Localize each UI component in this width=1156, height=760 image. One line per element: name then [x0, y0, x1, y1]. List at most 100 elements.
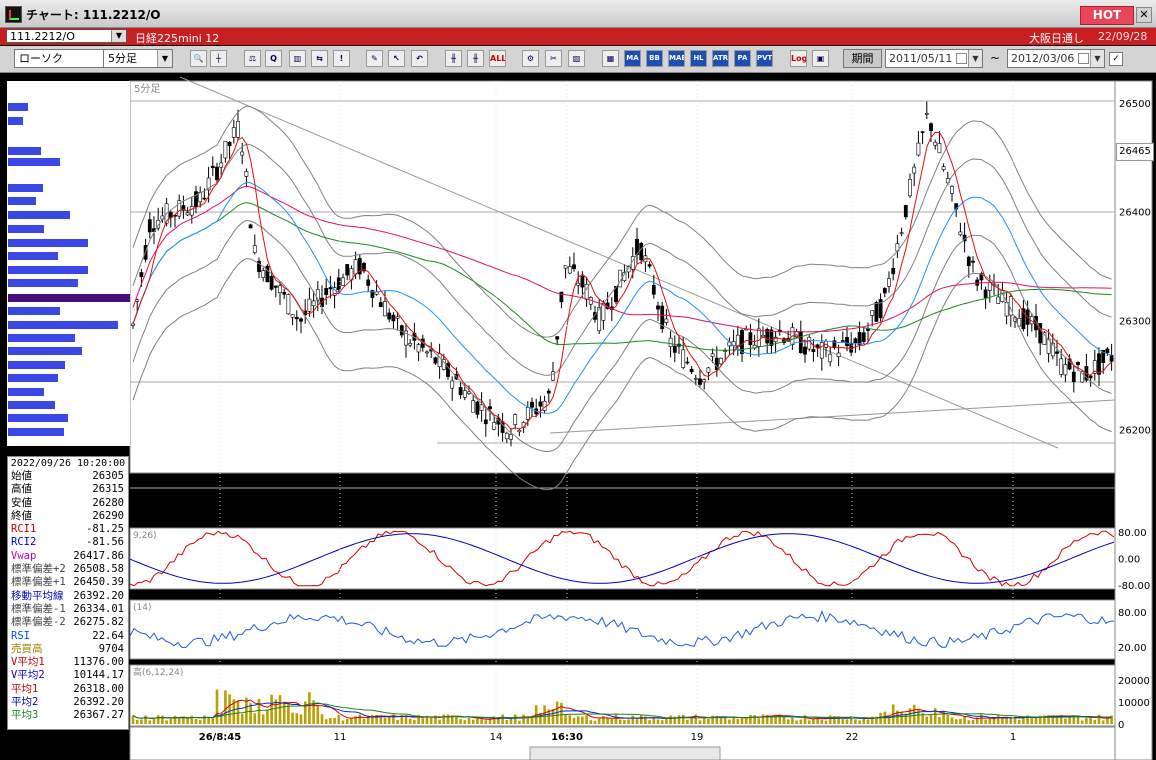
crosshair-icon[interactable]: ┼	[210, 50, 227, 67]
bb-icon[interactable]: BB	[646, 50, 663, 67]
compare-icon[interactable]: ⇆	[311, 50, 328, 67]
volume-bar	[291, 712, 294, 724]
pen-icon[interactable]: ✎	[366, 50, 383, 67]
cursor-icon[interactable]: ↖	[388, 50, 405, 67]
gear-icon[interactable]: ⚙	[522, 50, 539, 67]
hot-button[interactable]: HOT	[1080, 6, 1134, 25]
atr-icon[interactable]: ATR	[712, 50, 729, 67]
chevron-down-icon[interactable]: ▼	[157, 50, 172, 67]
timeframe-select[interactable]: 5分足 ▼	[103, 49, 173, 68]
info-row: Vwap 26417.86	[8, 550, 128, 563]
volume-bar	[211, 718, 215, 724]
mae-icon[interactable]: MAE	[668, 50, 685, 67]
candle-body	[651, 284, 656, 295]
log-icon[interactable]: Log	[790, 50, 807, 67]
candle-body	[240, 151, 245, 156]
candle-body	[966, 256, 971, 267]
candle-b-icon[interactable]: ╫	[467, 50, 484, 67]
volume-bar	[1089, 717, 1092, 724]
all-icon[interactable]: ALL	[489, 50, 506, 67]
chart-canvas[interactable]: 26500 26400 26300 26200 5分足 80.00 0.00 -80.00 9,…	[0, 73, 1156, 760]
time-tick-label: 11	[334, 732, 347, 743]
grid-icon[interactable]: ▦	[602, 50, 619, 67]
volume-bar	[858, 720, 861, 724]
volume-bar	[560, 702, 563, 724]
info-row-value: 26290	[92, 509, 124, 522]
chevron-down-icon[interactable]: ▼	[968, 50, 982, 67]
symbol-input[interactable]: 111.2212/O ▼	[6, 29, 127, 43]
candle-body	[874, 302, 879, 322]
window-title: チャート: 111.2212/O	[26, 8, 161, 22]
candle-body	[324, 288, 329, 295]
tools-icon[interactable]: ✂	[545, 50, 562, 67]
undo-icon[interactable]: ↶	[411, 50, 428, 67]
candle-body	[710, 353, 715, 357]
volume-bar	[278, 695, 282, 724]
window-icon[interactable]: ▣	[812, 50, 829, 67]
candle-body	[509, 434, 513, 440]
volume-bar	[807, 720, 811, 724]
candle-body	[286, 294, 291, 315]
volume-bar	[589, 720, 593, 724]
info-datetime: 2022/09/26 10:20:00	[10, 458, 126, 469]
info-row-value: 26334.01	[73, 602, 124, 615]
calendar-icon[interactable]	[956, 53, 967, 64]
candle-body	[811, 349, 816, 352]
time-tick-label: 1	[1010, 732, 1016, 743]
candle-body	[664, 318, 669, 323]
candle-body	[803, 346, 807, 355]
palette-icon[interactable]: ▧	[568, 50, 585, 67]
volume-profile-bar	[8, 197, 36, 205]
volume-profile-bar	[8, 361, 65, 369]
period-checkbox[interactable]: ✓	[1109, 52, 1123, 66]
date-from-input[interactable]: 2011/05/11 ▼	[885, 49, 983, 68]
candle-body	[189, 206, 194, 216]
candle-body	[903, 205, 908, 218]
chevron-down-icon[interactable]: ▼	[1090, 50, 1104, 67]
zoom-icon[interactable]: 🔍	[190, 50, 207, 67]
candle-body	[341, 277, 345, 286]
calendar-icon[interactable]	[1078, 53, 1089, 64]
candle-body	[227, 142, 232, 147]
volume-bar	[282, 702, 286, 724]
scale-icon[interactable]: ⚖	[244, 50, 261, 67]
search-chart-icon[interactable]: Q	[265, 50, 282, 67]
info-row: 標準偏差-1 26334.01	[8, 603, 128, 616]
volume-bar	[173, 715, 177, 724]
volume-bar	[618, 719, 622, 724]
volume-bar	[996, 715, 1000, 724]
info-row: 標準偏差-2 26275.82	[8, 616, 128, 629]
close-button[interactable]: ✕	[1136, 7, 1152, 23]
para-icon[interactable]: PA	[734, 50, 751, 67]
candle-body	[950, 186, 954, 194]
period-button[interactable]: 期間	[843, 49, 882, 68]
ma-icon[interactable]: MA	[624, 50, 641, 67]
pvt-icon[interactable]: PVT	[756, 50, 773, 67]
chevron-down-icon[interactable]: ▼	[111, 30, 126, 42]
candle-body	[1076, 361, 1080, 366]
volume-bar	[240, 713, 244, 724]
candle-body	[576, 282, 581, 286]
volume-bar	[967, 720, 971, 724]
candle-a-icon[interactable]: ╫	[445, 50, 462, 67]
info-row-label: 標準偏差+2	[11, 563, 66, 576]
candle-body	[223, 141, 228, 159]
volume-profile-bar	[8, 117, 23, 125]
candle-body	[530, 401, 534, 408]
volume-bar	[194, 719, 198, 724]
volume-bar	[984, 719, 987, 724]
candle-body	[185, 212, 190, 216]
candle-body	[857, 331, 862, 346]
candle-body	[194, 191, 198, 208]
candle-body	[698, 378, 702, 385]
volume-bar	[707, 718, 710, 724]
date-to-input[interactable]: 2012/03/06 ▼	[1007, 49, 1105, 68]
bar-chart-icon[interactable]: ▥	[289, 50, 306, 67]
candle-body	[475, 401, 480, 415]
symbol-code: 111.2212/O	[10, 30, 75, 43]
volume-bar	[929, 715, 933, 724]
warning-icon[interactable]: !	[333, 50, 350, 67]
volume-bar	[383, 717, 387, 724]
hl-icon[interactable]: HL	[690, 50, 707, 67]
candle-body	[1004, 302, 1009, 317]
